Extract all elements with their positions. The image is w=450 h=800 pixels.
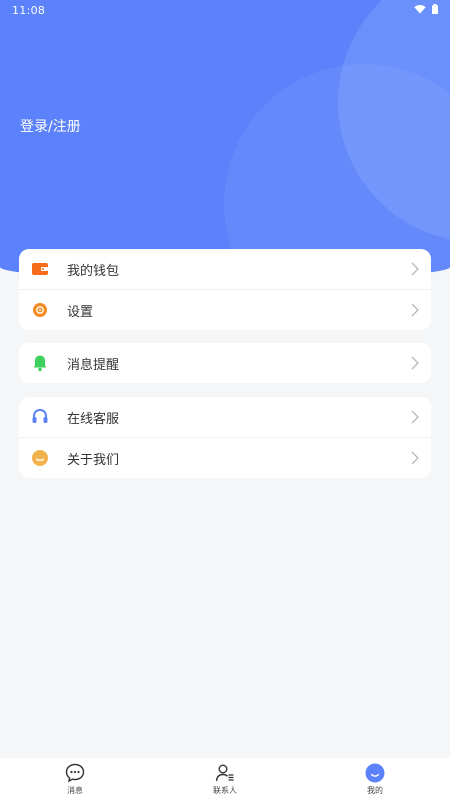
menu-card-notifications: 消息提醒 <box>19 343 431 383</box>
menu-item-notifications[interactable]: 消息提醒 <box>19 343 431 383</box>
menu-item-label: 关于我们 <box>67 453 120 468</box>
login-register-link[interactable]: 登录/注册 <box>20 116 81 136</box>
contacts-icon <box>215 764 234 782</box>
menu-item-settings[interactable]: 设置 <box>19 289 431 330</box>
menu-item-label: 设置 <box>67 305 94 320</box>
chevron-right-icon <box>411 356 419 370</box>
chevron-right-icon <box>411 451 419 465</box>
tab-label: 联系人 <box>213 786 237 795</box>
status-bar: 11:08 <box>0 0 450 22</box>
menu-item-customer-service[interactable]: 在线客服 <box>19 397 431 437</box>
battery-icon <box>432 4 438 14</box>
menu-card-account: 我的钱包 设置 <box>19 249 431 330</box>
decorative-circle <box>224 64 450 280</box>
tab-messages[interactable]: 消息 <box>20 758 130 800</box>
status-time: 11:08 <box>12 4 46 17</box>
bell-icon <box>33 355 47 372</box>
chat-bubble-icon <box>65 763 85 783</box>
menu-item-label: 我的钱包 <box>67 264 120 279</box>
wallet-icon <box>32 263 48 275</box>
bottom-tab-bar: 消息 联系人 我的 <box>0 758 450 800</box>
profile-header <box>0 0 450 280</box>
menu-item-about-us[interactable]: 关于我们 <box>19 437 431 478</box>
menu-card-support: 在线客服 关于我们 <box>19 397 431 478</box>
menu-item-wallet[interactable]: 我的钱包 <box>19 249 431 289</box>
menu-item-label: 消息提醒 <box>67 358 120 373</box>
profile-face-icon <box>365 763 385 783</box>
tab-label: 消息 <box>67 786 83 795</box>
settings-icon <box>33 303 47 317</box>
smile-icon <box>32 450 48 466</box>
chevron-right-icon <box>411 303 419 317</box>
chevron-right-icon <box>411 262 419 276</box>
tab-label: 我的 <box>367 786 383 795</box>
wifi-icon <box>414 5 426 14</box>
menu-item-label: 在线客服 <box>67 412 120 427</box>
chevron-right-icon <box>411 410 419 424</box>
tab-profile[interactable]: 我的 <box>320 758 430 800</box>
headset-icon <box>32 408 48 423</box>
tab-contacts[interactable]: 联系人 <box>170 758 280 800</box>
